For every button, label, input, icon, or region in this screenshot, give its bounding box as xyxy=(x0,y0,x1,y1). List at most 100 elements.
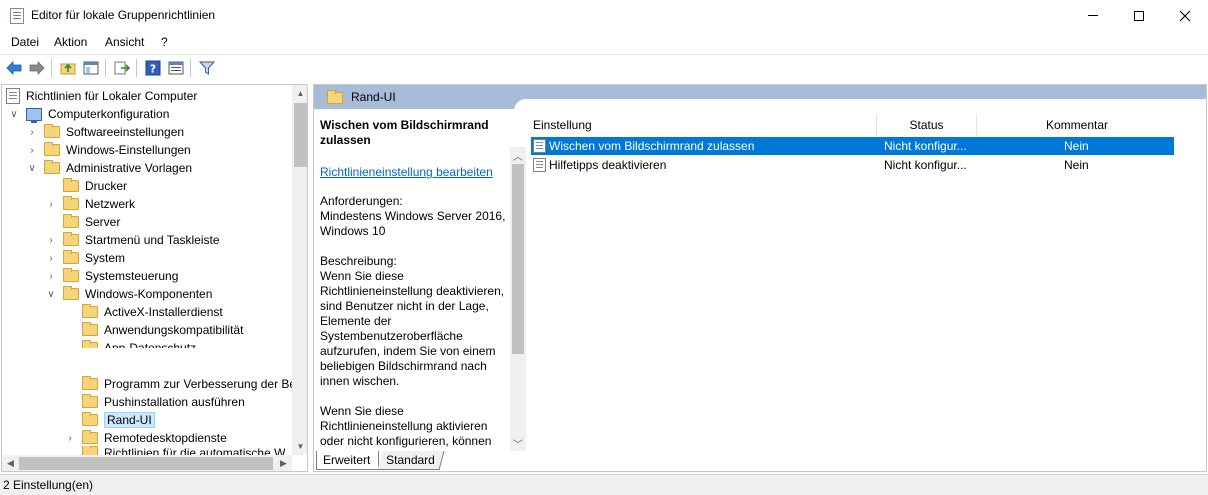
tree-item-system[interactable]: › System xyxy=(45,249,125,267)
extended-view-icon xyxy=(168,61,184,75)
tree-item-label: Rand-UI xyxy=(104,412,155,428)
menu-file[interactable]: Datei xyxy=(11,35,39,49)
description-title: Wischen vom Bildschirmrand zulassen xyxy=(320,118,489,147)
tab-extended-label: Erweitert xyxy=(323,453,371,467)
tree-item-ceip[interactable]: Programm zur Verbesserung der Ber xyxy=(82,375,300,393)
scrollbar-thumb[interactable] xyxy=(512,164,524,354)
toolbar: ? xyxy=(0,54,1208,80)
tree-item-remote-desktop[interactable]: › Remotedesktopdienste xyxy=(64,429,227,447)
folder-icon xyxy=(327,90,343,104)
chevron-right-icon[interactable]: › xyxy=(26,126,38,138)
status-text: 2 Einstellung(en) xyxy=(3,478,94,492)
scrollbar-thumb[interactable] xyxy=(294,103,307,167)
tree-item-label: Startmenü und Taskleiste xyxy=(85,233,220,247)
folder-icon xyxy=(82,412,98,426)
chevron-down-icon[interactable]: ∨ xyxy=(45,288,57,300)
extended-view-button[interactable] xyxy=(166,58,186,78)
tree-item-start-menu[interactable]: › Startmenü und Taskleiste xyxy=(45,231,220,249)
tree-item-label: Netzwerk xyxy=(85,197,136,211)
edit-policy-link[interactable]: Richtlinieneinstellung bearbeiten xyxy=(320,165,493,179)
row-status: Nicht konfigur... xyxy=(884,139,967,153)
tree-item-root[interactable]: Richtlinien für Lokaler Computer xyxy=(6,87,197,105)
tree-vertical-scrollbar[interactable]: ▲ ▼ xyxy=(292,85,307,455)
tree-item-admin-templates[interactable]: ∨ Administrative Vorlagen xyxy=(26,159,192,177)
minimize-icon xyxy=(1088,15,1098,16)
description-label: Beschreibung: xyxy=(320,254,397,268)
tree-item-app-compat[interactable]: Anwendungskompatibilität xyxy=(82,321,243,339)
tree-item-label: Programm zur Verbesserung der Ber xyxy=(104,377,301,391)
tree-item-network[interactable]: › Netzwerk xyxy=(45,195,135,213)
forward-button[interactable] xyxy=(27,58,47,78)
help-button[interactable]: ? xyxy=(143,58,163,78)
tab-extended[interactable]: Erweitert xyxy=(316,451,379,470)
settings-list: Einstellung Status Kommentar Wischen vom… xyxy=(528,109,1206,451)
tree-item-computer-config[interactable]: ∨ Computerkonfiguration xyxy=(8,105,169,123)
filter-button[interactable] xyxy=(197,58,217,78)
folder-icon xyxy=(82,322,98,336)
chevron-down-icon[interactable]: ∨ xyxy=(8,108,20,120)
folder-icon xyxy=(63,178,79,192)
tab-standard[interactable]: Standard xyxy=(377,451,445,470)
table-row[interactable]: Wischen vom Bildschirmrand zulassen Nich… xyxy=(531,137,1174,155)
show-hide-tree-button[interactable] xyxy=(81,58,101,78)
maximize-button[interactable] xyxy=(1116,0,1162,31)
column-header-status[interactable]: Status xyxy=(877,114,977,136)
tree-item-windows-components[interactable]: ∨ Windows-Komponenten xyxy=(45,285,212,303)
tree-item-edge-ui[interactable]: Rand-UI xyxy=(82,411,155,429)
scroll-down-arrow-icon[interactable]: ▼ xyxy=(292,438,307,455)
back-button[interactable] xyxy=(4,58,24,78)
tree-item-label: Drucker xyxy=(85,179,128,193)
scroll-up-arrow-icon[interactable]: ▲ xyxy=(292,85,307,102)
tree-item-printers[interactable]: Drucker xyxy=(63,177,127,195)
chevron-right-icon[interactable]: › xyxy=(26,144,38,156)
computer-icon xyxy=(26,107,42,123)
chevron-right-icon[interactable]: › xyxy=(45,198,57,210)
scroll-right-arrow-icon[interactable]: ▶ xyxy=(275,455,292,471)
close-button[interactable] xyxy=(1162,0,1208,31)
close-icon xyxy=(1179,10,1191,21)
row-comment: Nein xyxy=(1064,158,1089,172)
tree-item-label: Richtlinien für die automatische W xyxy=(104,446,286,455)
scroll-left-arrow-icon[interactable]: ◀ xyxy=(2,455,19,471)
list-header: Einstellung Status Kommentar xyxy=(528,114,1206,136)
tree-horizontal-scrollbar[interactable]: ◀ ▶ xyxy=(2,455,292,471)
minimize-button[interactable] xyxy=(1070,0,1116,31)
menu-view[interactable]: Ansicht xyxy=(105,35,144,49)
back-arrow-icon xyxy=(6,61,22,75)
tree-item-control-panel[interactable]: › Systemsteuerung xyxy=(45,267,178,285)
status-bar: 2 Einstellung(en) xyxy=(0,474,1208,495)
chevron-down-icon[interactable]: ﹀ xyxy=(510,435,526,451)
scrollbar-thumb[interactable] xyxy=(19,457,273,470)
column-header-comment[interactable]: Kommentar xyxy=(977,114,1177,136)
chevron-right-icon[interactable]: › xyxy=(45,252,57,264)
row-setting: Wischen vom Bildschirmrand zulassen xyxy=(549,139,755,153)
description-paragraph-1: Wenn Sie diese Richtlinieneinstellung de… xyxy=(320,269,505,388)
chevron-right-icon[interactable]: › xyxy=(64,432,76,444)
export-list-button[interactable] xyxy=(112,58,132,78)
tree-item-push-install[interactable]: Pushinstallation ausführen xyxy=(82,393,245,411)
row-status: Nicht konfigur... xyxy=(884,158,967,172)
menu-help[interactable]: ? xyxy=(161,35,168,49)
folder-icon xyxy=(82,430,98,444)
up-button[interactable] xyxy=(58,58,78,78)
tree-item-server[interactable]: Server xyxy=(63,213,120,231)
forward-arrow-icon xyxy=(29,61,45,75)
chevron-right-icon[interactable]: › xyxy=(45,234,57,246)
filter-icon xyxy=(199,61,215,75)
table-row[interactable]: Hilfetipps deaktivieren Nicht konfigur..… xyxy=(531,156,1174,174)
tab-standard-label: Standard xyxy=(386,453,435,467)
chevron-right-icon[interactable]: › xyxy=(45,270,57,282)
menu-action[interactable]: Aktion xyxy=(54,35,87,49)
tree-item-label: System xyxy=(85,251,126,265)
tree-item-more[interactable]: Richtlinien für die automatische W xyxy=(82,446,285,455)
tree-item-label: Pushinstallation ausführen xyxy=(104,395,245,409)
chevron-up-icon[interactable]: ︿ xyxy=(510,147,526,163)
folder-icon xyxy=(44,160,60,174)
chevron-down-icon[interactable]: ∨ xyxy=(26,162,38,174)
tree-item-label: Richtlinien für Lokaler Computer xyxy=(26,89,198,103)
tree-item-software-settings[interactable]: › Softwareeinstellungen xyxy=(26,123,184,141)
description-scrollbar[interactable]: ︿ ﹀ xyxy=(510,147,526,451)
column-header-setting[interactable]: Einstellung xyxy=(528,114,877,136)
tree-item-activex[interactable]: ActiveX-Installerdienst xyxy=(82,303,223,321)
tree-item-windows-settings[interactable]: › Windows-Einstellungen xyxy=(26,141,191,159)
